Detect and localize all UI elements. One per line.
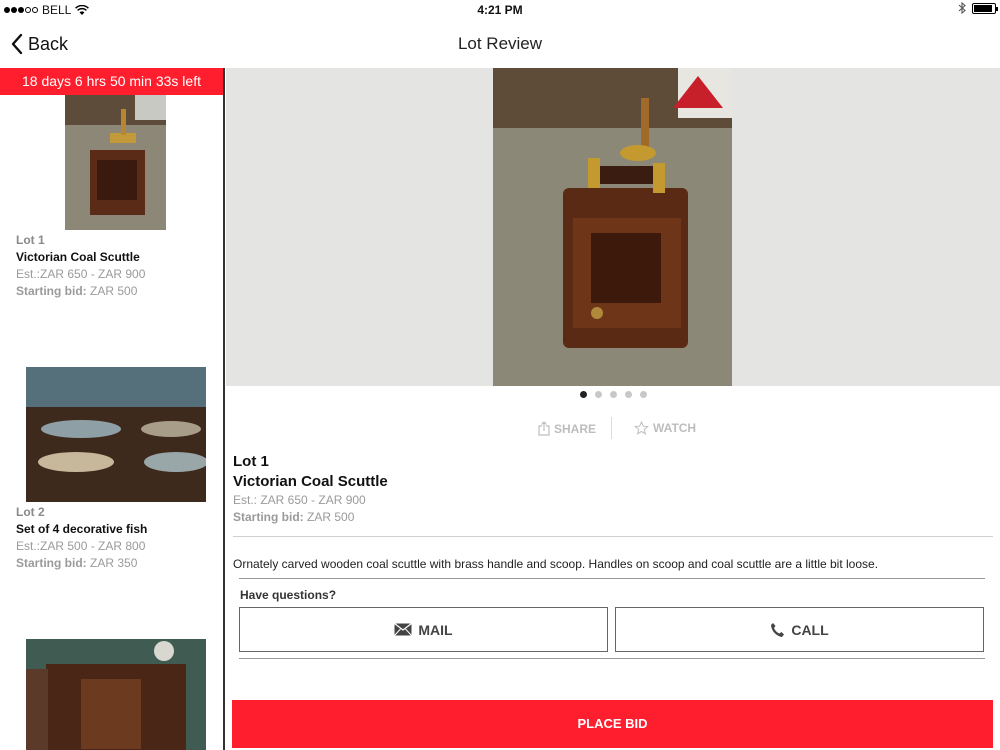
status-time: 4:21 PM xyxy=(477,3,523,17)
pager-dot[interactable] xyxy=(579,391,587,398)
share-button[interactable]: SHARE xyxy=(538,421,596,436)
action-row: SHARE WATCH xyxy=(226,417,1000,441)
lot-title: Victorian Coal Scuttle xyxy=(233,473,388,490)
divider xyxy=(233,536,993,537)
lot-starting-bid: Starting bid: ZAR 500 xyxy=(16,283,145,300)
lot-estimate: Est.:ZAR 650 - ZAR 900 xyxy=(16,267,146,281)
watch-label: WATCH xyxy=(653,421,697,435)
lot-list-sidebar[interactable]: 18 days 6 hrs 50 min 33s left Lot 1 Vict… xyxy=(0,68,225,750)
starting-bid-value: ZAR 500 xyxy=(90,284,138,298)
lot-estimate: Est.:ZAR 500 - ZAR 800 xyxy=(16,539,146,553)
call-button[interactable]: CALL xyxy=(615,607,984,652)
lot-title: Victorian Coal Scuttle xyxy=(16,250,140,264)
starting-bid-value: ZAR 500 xyxy=(307,510,355,524)
starting-bid-label: Starting bid: xyxy=(233,510,304,524)
status-right xyxy=(958,2,998,14)
divider xyxy=(239,658,985,659)
lot-thumbnail-image xyxy=(26,367,206,502)
lot-detail-panel: SHARE WATCH Lot 1 Victorian Coal Scuttle… xyxy=(226,68,1000,750)
starting-bid-value: ZAR 350 xyxy=(90,556,138,570)
lot-starting-bid: Starting bid: ZAR 350 xyxy=(16,555,147,572)
lot-description: Ornately carved wooden coal scuttle with… xyxy=(233,557,879,571)
lot-title: Set of 4 decorative fish xyxy=(16,522,148,536)
lot-list-item[interactable]: Lot 2 Set of 4 decorative fish Est.:ZAR … xyxy=(0,367,223,607)
lot-text: Lot 1 Victorian Coal Scuttle Est.:ZAR 65… xyxy=(16,232,145,300)
divider xyxy=(239,578,985,579)
bluetooth-icon xyxy=(958,2,966,14)
mail-icon xyxy=(394,623,413,636)
lot-main-image xyxy=(493,68,732,386)
lot-text: Lot 2 Set of 4 decorative fish Est.:ZAR … xyxy=(16,504,147,572)
call-label: CALL xyxy=(791,621,829,638)
lot-estimate: Est.: ZAR 650 - ZAR 900 xyxy=(233,493,366,507)
lot-number: Lot 1 xyxy=(16,233,45,247)
pager-dot[interactable] xyxy=(594,391,602,398)
share-label: SHARE xyxy=(554,421,597,436)
questions-label: Have questions? xyxy=(240,588,337,602)
lot-number: Lot 1 xyxy=(233,453,269,470)
lot-number: Lot 2 xyxy=(16,505,45,519)
lot-starting-bid: Starting bid: ZAR 500 xyxy=(233,509,388,526)
starting-bid-label: Starting bid: xyxy=(16,556,87,570)
action-divider xyxy=(611,417,612,439)
battery-icon xyxy=(972,2,998,14)
mail-label: MAIL xyxy=(418,621,453,638)
page-title: Lot Review xyxy=(457,34,543,53)
pager-dot[interactable] xyxy=(609,391,617,398)
carousel-pager[interactable] xyxy=(226,391,1000,398)
phone-icon xyxy=(771,622,785,637)
lot-thumbnail-image xyxy=(65,95,166,230)
navigation-bar: Back Lot Review xyxy=(0,20,1000,68)
star-icon xyxy=(634,421,649,435)
mail-button[interactable]: MAIL xyxy=(239,607,608,652)
pager-dot[interactable] xyxy=(624,391,632,398)
image-carousel[interactable] xyxy=(226,68,1000,386)
lot-list-item[interactable]: Lot 1 Victorian Coal Scuttle Est.:ZAR 65… xyxy=(0,95,223,335)
countdown-banner: 18 days 6 hrs 50 min 33s left xyxy=(0,68,223,95)
share-icon xyxy=(538,421,550,436)
lot-thumbnail-image xyxy=(26,639,206,750)
pager-dot[interactable] xyxy=(639,391,647,398)
place-bid-button[interactable]: PLACE BID xyxy=(232,700,993,748)
lot-list-item[interactable] xyxy=(0,639,223,750)
watch-button[interactable]: WATCH xyxy=(634,421,696,435)
status-bar: BELL 4:21 PM xyxy=(0,0,1000,20)
starting-bid-label: Starting bid: xyxy=(16,284,87,298)
lot-info: Lot 1 Victorian Coal Scuttle Est.: ZAR 6… xyxy=(233,452,388,526)
